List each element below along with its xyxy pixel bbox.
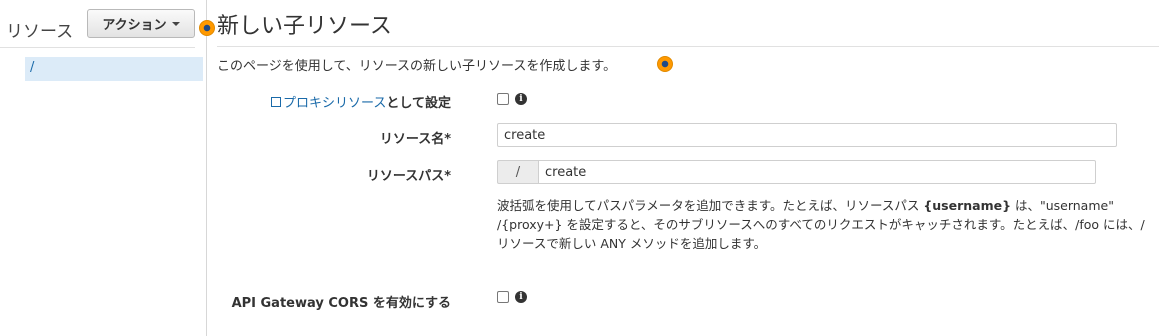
- help-dot-icon[interactable]: [657, 56, 673, 72]
- cors-label: API Gateway CORS を有効にする: [231, 296, 451, 311]
- cors-checkbox[interactable]: [497, 291, 509, 303]
- proxy-resource-suffix: として設定: [386, 96, 451, 111]
- resource-name-label: リソース名*: [379, 132, 451, 147]
- actions-label: アクション: [102, 18, 167, 33]
- page-title: 新しい子リソース: [217, 14, 392, 39]
- info-icon[interactable]: i: [515, 93, 527, 105]
- resource-path-help: 波括弧を使用してパスパラメータを追加できます。たとえば、リソースパス {user…: [497, 196, 1157, 253]
- help-dot-icon[interactable]: [199, 20, 215, 36]
- panel-divider: [206, 0, 207, 336]
- help-text-1: 波括弧を使用してパスパラメータを追加できます。たとえば、リソースパス: [497, 198, 924, 213]
- proxy-resource-link[interactable]: プロキシリソース: [283, 96, 386, 111]
- actions-button[interactable]: アクション: [87, 9, 195, 38]
- chevron-down-icon: [171, 21, 180, 26]
- resource-path-label: リソースパス*: [366, 169, 451, 184]
- help-text-bold: {username}: [923, 198, 1011, 213]
- resource-path-input[interactable]: [538, 160, 1096, 184]
- sidebar-title: リソース: [6, 22, 74, 42]
- proxy-resource-checkbox[interactable]: [497, 93, 509, 105]
- resource-tree-item-root[interactable]: /: [25, 57, 203, 81]
- title-divider: [217, 46, 1159, 47]
- page-description: このページを使用して、リソースの新しい子リソースを作成します。: [217, 59, 617, 74]
- external-link-icon: [271, 97, 282, 107]
- resource-name-input[interactable]: [497, 123, 1117, 147]
- sidebar-divider: [0, 47, 195, 48]
- info-icon[interactable]: i: [515, 291, 527, 303]
- proxy-resource-label: プロキシリソースとして設定: [271, 92, 451, 111]
- resource-path-prefix: /: [497, 160, 538, 184]
